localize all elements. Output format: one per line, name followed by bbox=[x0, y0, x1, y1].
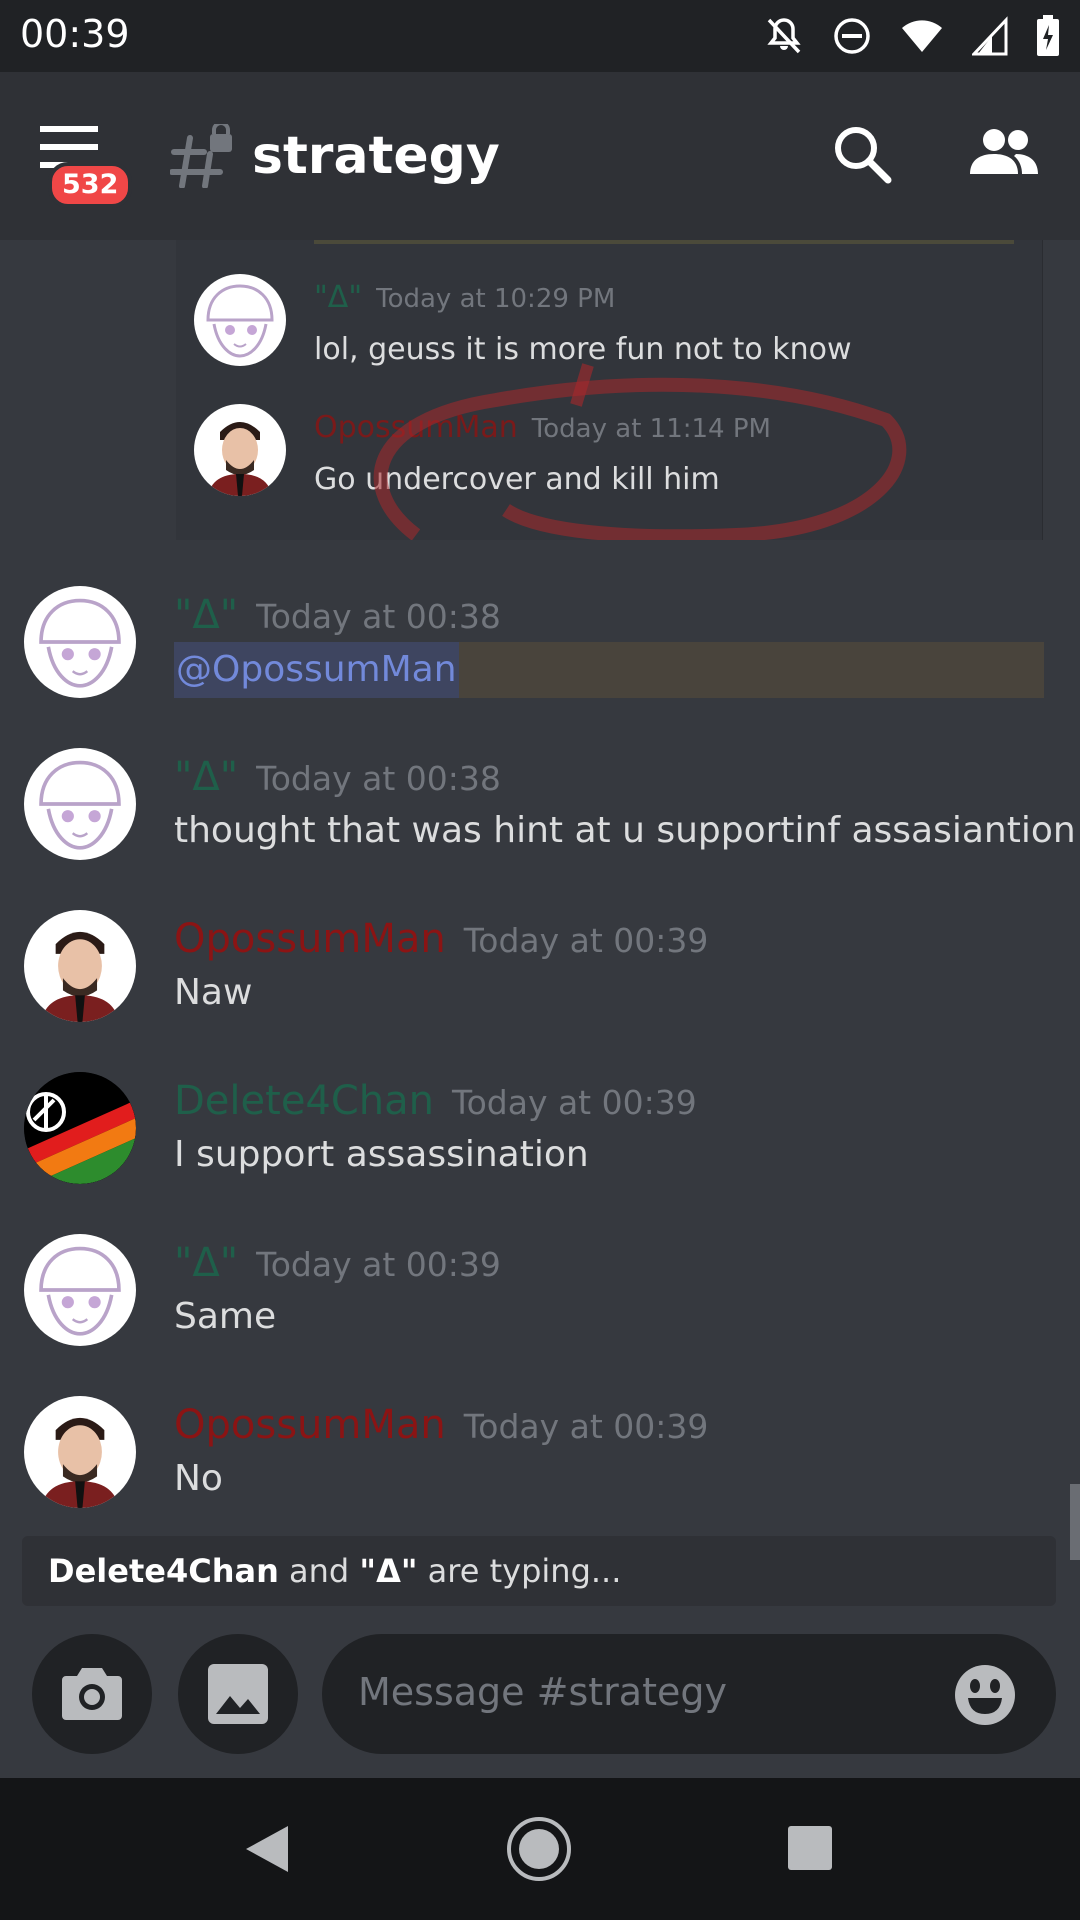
quoted-messages: "Δ" Today at 10:29 PM lol, geuss it is mo… bbox=[176, 240, 1043, 540]
author-name[interactable]: Delete4Chan bbox=[174, 1078, 434, 1124]
message-item: Delete4Chan Today at 00:39 I support assa… bbox=[0, 1072, 1080, 1222]
timestamp: Today at 00:39 bbox=[256, 1245, 501, 1284]
man-avatar-icon bbox=[195, 405, 285, 496]
system-nav-bar bbox=[0, 1778, 1080, 1920]
composer: Message #strategy bbox=[0, 1612, 1080, 1778]
timestamp: Today at 11:14 PM bbox=[531, 414, 771, 444]
anime-avatar-icon bbox=[195, 275, 285, 365]
timestamp: Today at 00:39 bbox=[463, 921, 709, 960]
message-text: Naw bbox=[174, 972, 253, 1013]
timestamp: Today at 10:29 PM bbox=[376, 284, 616, 314]
man-avatar-icon bbox=[25, 911, 135, 1022]
locked-hash-icon bbox=[170, 124, 232, 188]
image-icon bbox=[208, 1664, 268, 1724]
unread-badge: 532 bbox=[48, 162, 133, 208]
avatar[interactable] bbox=[24, 1234, 136, 1346]
message-text: I support assassination bbox=[174, 1134, 589, 1175]
message-text: No bbox=[174, 1458, 223, 1499]
message-input[interactable]: Message #strategy bbox=[322, 1634, 1056, 1754]
typing-user: Delete4Chan bbox=[48, 1552, 279, 1590]
wifi-icon bbox=[902, 20, 942, 52]
anime-avatar-icon bbox=[25, 749, 135, 859]
status-bar: 00:39 bbox=[0, 0, 1080, 72]
message-item bbox=[0, 610, 1080, 760]
avatar[interactable] bbox=[24, 910, 136, 1022]
status-time: 00:39 bbox=[20, 12, 130, 56]
signal-icon bbox=[972, 16, 1008, 56]
battery-charging-icon bbox=[1037, 15, 1059, 56]
search-icon bbox=[835, 127, 892, 184]
avatar bbox=[194, 404, 286, 496]
camera-icon bbox=[62, 1668, 122, 1720]
emoji-icon[interactable] bbox=[954, 1664, 1016, 1726]
message-item: OpossumMan Today at 00:39 No bbox=[0, 1396, 1080, 1546]
typing-suffix: are typing... bbox=[417, 1552, 622, 1590]
flag-avatar-icon bbox=[24, 1072, 136, 1184]
author-name[interactable]: "Δ" bbox=[174, 1240, 238, 1286]
timestamp: Today at 00:39 bbox=[463, 1407, 709, 1446]
avatar[interactable] bbox=[24, 1396, 136, 1508]
message-text: Same bbox=[174, 1296, 277, 1337]
gallery-button[interactable] bbox=[178, 1634, 298, 1754]
members-button[interactable] bbox=[970, 128, 1040, 182]
typing-indicator: Delete4Chan and "Δ" are typing... bbox=[22, 1536, 1056, 1606]
avatar[interactable] bbox=[24, 748, 136, 860]
author-name[interactable]: OpossumMan bbox=[174, 916, 446, 962]
back-icon[interactable] bbox=[244, 1824, 290, 1874]
message-text: lol, geuss it is more fun not to know bbox=[314, 332, 852, 367]
status-icons bbox=[764, 14, 1060, 58]
typing-joiner: and bbox=[278, 1552, 360, 1590]
typing-user: "Δ" bbox=[359, 1552, 418, 1590]
home-icon[interactable] bbox=[506, 1816, 572, 1882]
author-name[interactable]: OpossumMan bbox=[314, 410, 518, 445]
message-text: thought that was hint at u supportinf as… bbox=[174, 810, 1076, 851]
red-scribble-annotation bbox=[373, 363, 907, 540]
camera-button[interactable] bbox=[32, 1634, 152, 1754]
do-not-disturb-icon bbox=[834, 18, 870, 54]
message-item: OpossumMan Today at 00:39 Naw bbox=[0, 910, 1080, 1060]
members-icon bbox=[970, 129, 1038, 174]
notifications-off-icon bbox=[767, 18, 801, 54]
avatar[interactable] bbox=[24, 1072, 136, 1184]
message-input-placeholder: Message #strategy bbox=[358, 1670, 727, 1714]
avatar bbox=[194, 274, 286, 366]
author-name[interactable]: "Δ" bbox=[314, 280, 362, 315]
message-item: "Δ" Today at 00:39 Same bbox=[0, 1234, 1080, 1384]
author-name[interactable]: "Δ" bbox=[174, 754, 238, 800]
anime-avatar-icon bbox=[25, 1235, 135, 1345]
message-list[interactable]: "Δ" Today at 10:29 PM lol, geuss it is mo… bbox=[0, 240, 1080, 1620]
quote-divider bbox=[314, 240, 1014, 244]
recents-icon[interactable] bbox=[786, 1824, 834, 1872]
man-avatar-icon bbox=[25, 1397, 135, 1508]
message-item: "Δ" Today at 00:38 thought that was hint … bbox=[0, 748, 1080, 898]
author-name[interactable]: OpossumMan bbox=[174, 1402, 446, 1448]
scrollbar-thumb[interactable] bbox=[1070, 1484, 1080, 1560]
channel-header: 532 strategy bbox=[0, 72, 1080, 240]
timestamp: Today at 00:38 bbox=[256, 759, 501, 798]
channel-title: strategy bbox=[252, 126, 500, 186]
search-button[interactable] bbox=[832, 124, 892, 188]
message-text: Go undercover and kill him bbox=[314, 462, 720, 497]
timestamp: Today at 00:39 bbox=[452, 1083, 697, 1122]
